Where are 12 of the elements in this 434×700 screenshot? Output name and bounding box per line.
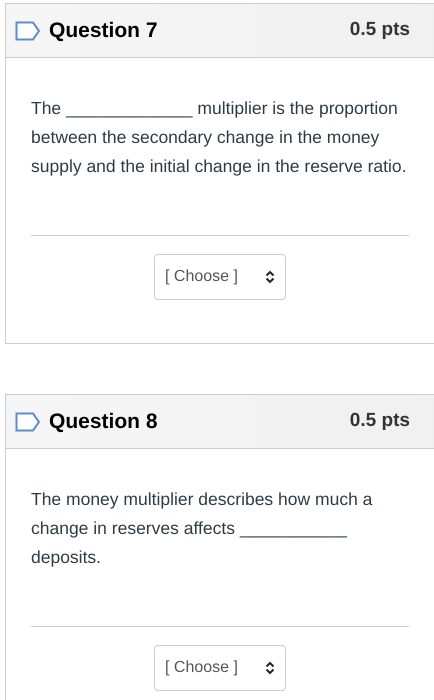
answer-dropdown[interactable]: [ Choose ] [154,645,286,691]
flag-icon[interactable] [15,20,41,40]
flag-icon[interactable] [15,412,41,432]
points-label: 0.5 pts [350,18,410,42]
question-text: The money multiplier describes how much a change in reserves affects ___________ deposits. [31,488,374,569]
chevron-updown-icon [265,270,275,284]
question-title: Question 7 [49,18,158,44]
question-title: Question 8 [49,408,158,435]
question-text: The _____________ multiplier is the proportion between the secondary change in the money supply and the initial change in the reserve ratio. [31,97,408,178]
points-label: 0.5 pts [350,409,410,434]
answer-dropdown[interactable]: [ Choose ] [154,254,286,300]
chevron-updown-icon [265,661,275,675]
